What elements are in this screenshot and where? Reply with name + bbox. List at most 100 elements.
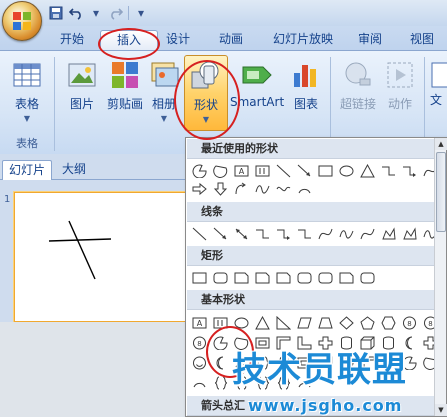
save-icon[interactable]	[48, 5, 64, 21]
scroll-up-icon[interactable]: ▲	[435, 138, 447, 150]
shape-triangle-icon[interactable]	[358, 162, 377, 180]
shape-elbowarrow-icon[interactable]	[274, 225, 293, 243]
shape-wave-icon[interactable]	[274, 180, 293, 198]
tab-slideshow[interactable]: 幻灯片放映	[268, 30, 338, 50]
svg-text:8: 8	[197, 340, 201, 348]
shape-oval-icon[interactable]	[337, 162, 356, 180]
album-label: 相册	[151, 97, 176, 111]
undo-dropdown-arrow[interactable]: ▾	[88, 5, 104, 21]
shape-roundrect-icon[interactable]	[316, 269, 335, 287]
shape-rtriangle-icon[interactable]	[274, 314, 293, 332]
shape-smile-icon[interactable]	[190, 354, 209, 372]
shape-pie-icon[interactable]	[190, 162, 209, 180]
smartart-button[interactable]: SmartArt	[230, 59, 284, 109]
shape-roundrect-icon[interactable]	[211, 269, 230, 287]
shape-elbow-icon[interactable]	[295, 225, 314, 243]
text-button[interactable]: 文	[430, 59, 447, 108]
shape-bent-icon[interactable]	[232, 180, 251, 198]
shape-vtext-icon[interactable]	[211, 314, 230, 332]
shape-arrowline-icon[interactable]	[211, 225, 230, 243]
shape-snip-icon[interactable]	[253, 269, 272, 287]
clipart-button[interactable]: 剪贴画	[104, 59, 146, 112]
shape-dblarrow-icon[interactable]	[232, 225, 251, 243]
shape-line-icon[interactable]	[274, 162, 293, 180]
section-lines: 线条	[187, 202, 435, 222]
smartart-label: SmartArt	[230, 95, 285, 109]
shape-line-icon[interactable]	[190, 225, 209, 243]
shape-trapezoid-icon[interactable]	[316, 314, 335, 332]
shape-elbowarrow-icon[interactable]	[400, 162, 419, 180]
quick-access-toolbar: ▾ ▾	[48, 4, 149, 22]
shape-scribble-icon[interactable]	[337, 225, 356, 243]
shape-triangle-icon[interactable]	[253, 314, 272, 332]
shape-curve-icon[interactable]	[358, 225, 377, 243]
shape-freeform-icon[interactable]	[400, 225, 419, 243]
tab-home[interactable]: 开始	[52, 30, 92, 50]
section-rectangles: 矩形	[187, 246, 435, 266]
shape-elbow-icon[interactable]	[379, 162, 398, 180]
shape-hexagon-icon[interactable]	[379, 314, 398, 332]
text-label: 文	[430, 93, 443, 107]
shape-snip-icon[interactable]	[232, 269, 251, 287]
table-label: 表格	[14, 97, 39, 111]
shape-oval-icon[interactable]	[232, 314, 251, 332]
shape-diamond-icon[interactable]	[337, 314, 356, 332]
basic-shapes-row-1: A 8 8	[190, 314, 440, 332]
shape-textbox-icon[interactable]: A	[232, 162, 251, 180]
shape-roundrect-icon[interactable]	[295, 269, 314, 287]
action-label: 动作	[387, 97, 412, 111]
shape-arrowline-icon[interactable]	[295, 162, 314, 180]
office-button[interactable]	[2, 1, 42, 41]
tab-animations[interactable]: 动画	[210, 30, 252, 50]
recent-shapes-row-1: A	[190, 162, 440, 180]
shape-rarrow-icon[interactable]	[190, 180, 209, 198]
shape-arc-icon[interactable]	[190, 374, 209, 392]
tab-outline[interactable]: 大纲	[56, 160, 92, 180]
shape-chord-icon[interactable]	[211, 162, 230, 180]
hyperlink-button[interactable]: 超链接	[336, 59, 380, 112]
action-button[interactable]: 动作	[382, 59, 418, 112]
shape-vtext-icon[interactable]	[253, 162, 272, 180]
picture-button[interactable]: 图片	[62, 59, 102, 112]
hyperlink-icon	[342, 59, 374, 91]
shape-roundrect-icon[interactable]	[358, 269, 377, 287]
rectangles-row	[190, 269, 377, 287]
shape-snip-icon[interactable]	[337, 269, 356, 287]
shape-darrow-icon[interactable]	[211, 180, 230, 198]
chart-icon	[290, 59, 322, 91]
shape-arc-icon[interactable]	[295, 180, 314, 198]
shape-pentagon-icon[interactable]	[358, 314, 377, 332]
tab-view[interactable]: 视图	[400, 30, 444, 50]
redo-icon[interactable]	[108, 5, 124, 21]
shape-parallelogram-icon[interactable]	[295, 314, 314, 332]
shape-elbow-icon[interactable]	[253, 225, 272, 243]
shape-num-icon[interactable]: 8	[400, 314, 419, 332]
undo-icon[interactable]	[68, 5, 84, 21]
tab-slides[interactable]: 幻灯片	[2, 160, 53, 180]
slide-line-drawing	[48, 220, 112, 280]
shape-snip-icon[interactable]	[274, 269, 293, 287]
svg-text:8: 8	[428, 320, 432, 328]
customize-toolbar-arrow[interactable]: ▾	[133, 5, 149, 21]
slide-thumbnail[interactable]	[14, 192, 190, 322]
shape-scribble-icon[interactable]	[253, 180, 272, 198]
tab-design[interactable]: 设计	[158, 30, 198, 50]
chart-button[interactable]: 图表	[288, 59, 324, 112]
shape-textbox-icon[interactable]: A	[190, 314, 209, 332]
shape-curve-icon[interactable]	[316, 225, 335, 243]
shape-freeform-icon[interactable]	[379, 225, 398, 243]
shape-rect-icon[interactable]	[190, 269, 209, 287]
table-button[interactable]: 表格 ▼	[6, 59, 48, 123]
scroll-thumb[interactable]	[436, 152, 446, 232]
shapes-button[interactable]: 形状 ▼	[184, 55, 228, 131]
tab-review[interactable]: 审阅	[350, 30, 390, 50]
shape-num-icon[interactable]: 8	[190, 334, 209, 352]
section-basic-shapes: 基本形状	[187, 290, 435, 310]
album-button[interactable]: 相册 ▼	[148, 59, 180, 123]
powerpoint-window: ▾ ▾ 开始 插入 设计 动画 幻灯片放映 审阅 视图 表格 ▼ 表格 图片 剪…	[0, 0, 447, 417]
notes-area	[0, 322, 190, 417]
recent-shapes-row-2	[190, 180, 314, 198]
panel-tabs: 幻灯片 大纲	[0, 158, 190, 180]
shape-rect-icon[interactable]	[316, 162, 335, 180]
tab-insert[interactable]: 插入	[100, 30, 158, 50]
